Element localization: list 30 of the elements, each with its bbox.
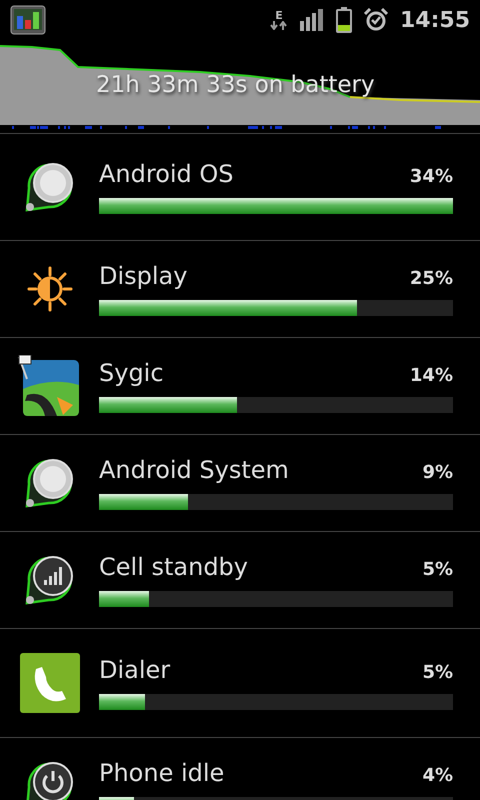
usage-percent: 34% xyxy=(410,166,453,187)
alarm-clock-icon xyxy=(364,8,388,32)
item-name: Sygic xyxy=(99,359,164,387)
clock-time: 14:55 xyxy=(400,8,470,32)
item-name: Dialer xyxy=(99,656,170,684)
usage-percent: 4% xyxy=(422,765,453,786)
item-name: Android OS xyxy=(99,160,234,188)
data-arrows-icon xyxy=(270,21,288,30)
usage-item[interactable]: Cell standby 5% xyxy=(0,532,480,629)
signal-icon xyxy=(300,9,324,31)
item-name: Cell standby xyxy=(99,553,248,581)
item-name: Display xyxy=(99,262,188,290)
usage-item[interactable]: Dialer 5% xyxy=(0,629,480,738)
item-name: Phone idle xyxy=(99,759,224,787)
brightness-icon xyxy=(26,266,72,312)
usage-percent: 25% xyxy=(410,268,453,289)
item-name: Android System xyxy=(99,456,289,484)
phone-icon xyxy=(20,653,80,713)
usage-percent: 5% xyxy=(422,559,453,580)
usage-item[interactable]: Android OS 34% xyxy=(0,134,480,241)
network-type-label: E xyxy=(275,10,283,21)
usage-item[interactable]: Display 25% xyxy=(0,241,480,338)
usage-percent: 5% xyxy=(422,662,453,683)
usage-percent: 14% xyxy=(410,365,453,386)
battery-icon xyxy=(336,7,352,33)
usage-item[interactable]: Phone idle 4% xyxy=(0,738,480,800)
usage-percent: 9% xyxy=(422,462,453,483)
usage-item[interactable]: Android System 9% xyxy=(0,435,480,532)
chart-app-icon xyxy=(10,5,46,35)
usage-item[interactable]: Sygic 14% xyxy=(0,338,480,435)
